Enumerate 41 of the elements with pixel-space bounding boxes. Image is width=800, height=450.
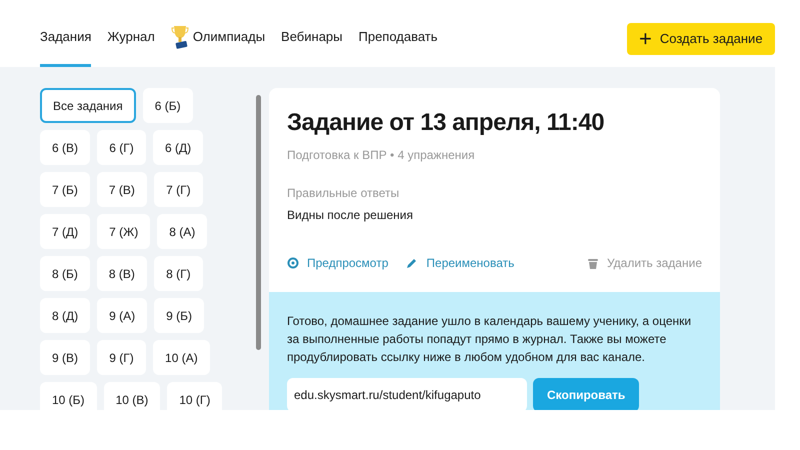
create-task-button[interactable]: + Создать задание [627, 23, 775, 55]
nav-tab[interactable]: Олимпиады [170, 0, 266, 67]
class-filter-button[interactable]: 9 (Г) [97, 340, 146, 375]
class-filter-button[interactable]: 9 (А) [97, 298, 148, 333]
scrollbar-thumb[interactable] [256, 95, 260, 350]
nav-tab[interactable]: Преподавать [358, 0, 438, 67]
preview-link[interactable]: Предпросмотр [287, 254, 388, 272]
class-filter-button[interactable]: 6 (Д) [153, 130, 204, 165]
class-filter-button[interactable]: 10 (Г) [167, 382, 222, 410]
class-filter-button[interactable]: 8 (А) [157, 214, 208, 249]
class-filter-button[interactable]: 10 (Б) [40, 382, 97, 410]
class-filter-button[interactable]: 8 (Д) [40, 298, 90, 333]
assignment-title: Задание от 13 апреля, 11:40 [287, 108, 606, 138]
pencil-icon [406, 257, 418, 269]
class-filter-button[interactable]: 6 (Г) [97, 130, 146, 165]
class-filter-button[interactable]: 9 (В) [40, 340, 90, 375]
notice-text: Готово, домашнее задание ушло в календарь вашему ученику, а оценки за выполненные работы попадут прямо в журнал. Также вы можете продублировать ссылку ниже в любом удобном для вас канале. [287, 313, 692, 366]
trophy-icon [170, 24, 191, 50]
nav-tab[interactable]: Вебинары [281, 0, 342, 67]
rename-link[interactable]: Переименовать [406, 254, 514, 272]
trash-icon [586, 256, 599, 270]
assignment-subtitle: Подготовка к ВПР • 4 упражнения [287, 147, 476, 164]
nav-tab[interactable]: Журнал [107, 0, 155, 67]
class-filter-button[interactable]: 9 (Б) [154, 298, 204, 333]
answers-label: Правильные ответы [287, 185, 400, 202]
class-filter-button[interactable]: 8 (Г) [154, 256, 203, 291]
class-filter-button[interactable]: 7 (Ж) [97, 214, 150, 249]
class-filter-button[interactable]: Все задания [40, 88, 136, 123]
class-filter-button[interactable]: 7 (Д) [40, 214, 90, 249]
class-filter-button[interactable]: 7 (Г) [154, 172, 203, 207]
link-field[interactable]: edu.skysmart.ru/student/kifugaputo [287, 378, 527, 410]
class-filter-button[interactable]: 6 (В) [40, 130, 90, 165]
class-filter-button[interactable]: 6 (Б) [142, 88, 193, 123]
class-filter-button[interactable]: 7 (Б) [40, 172, 90, 207]
class-filter-button[interactable]: 7 (В) [96, 172, 147, 207]
class-filter-button[interactable]: 10 (В) [104, 382, 160, 410]
eye-icon [287, 257, 299, 269]
class-filter-button[interactable]: 8 (Б) [40, 256, 90, 291]
class-filter-button[interactable]: 10 (А) [153, 340, 210, 375]
answers-value: Видны после решения [287, 207, 414, 224]
class-filter-button[interactable]: 8 (В) [96, 256, 147, 291]
